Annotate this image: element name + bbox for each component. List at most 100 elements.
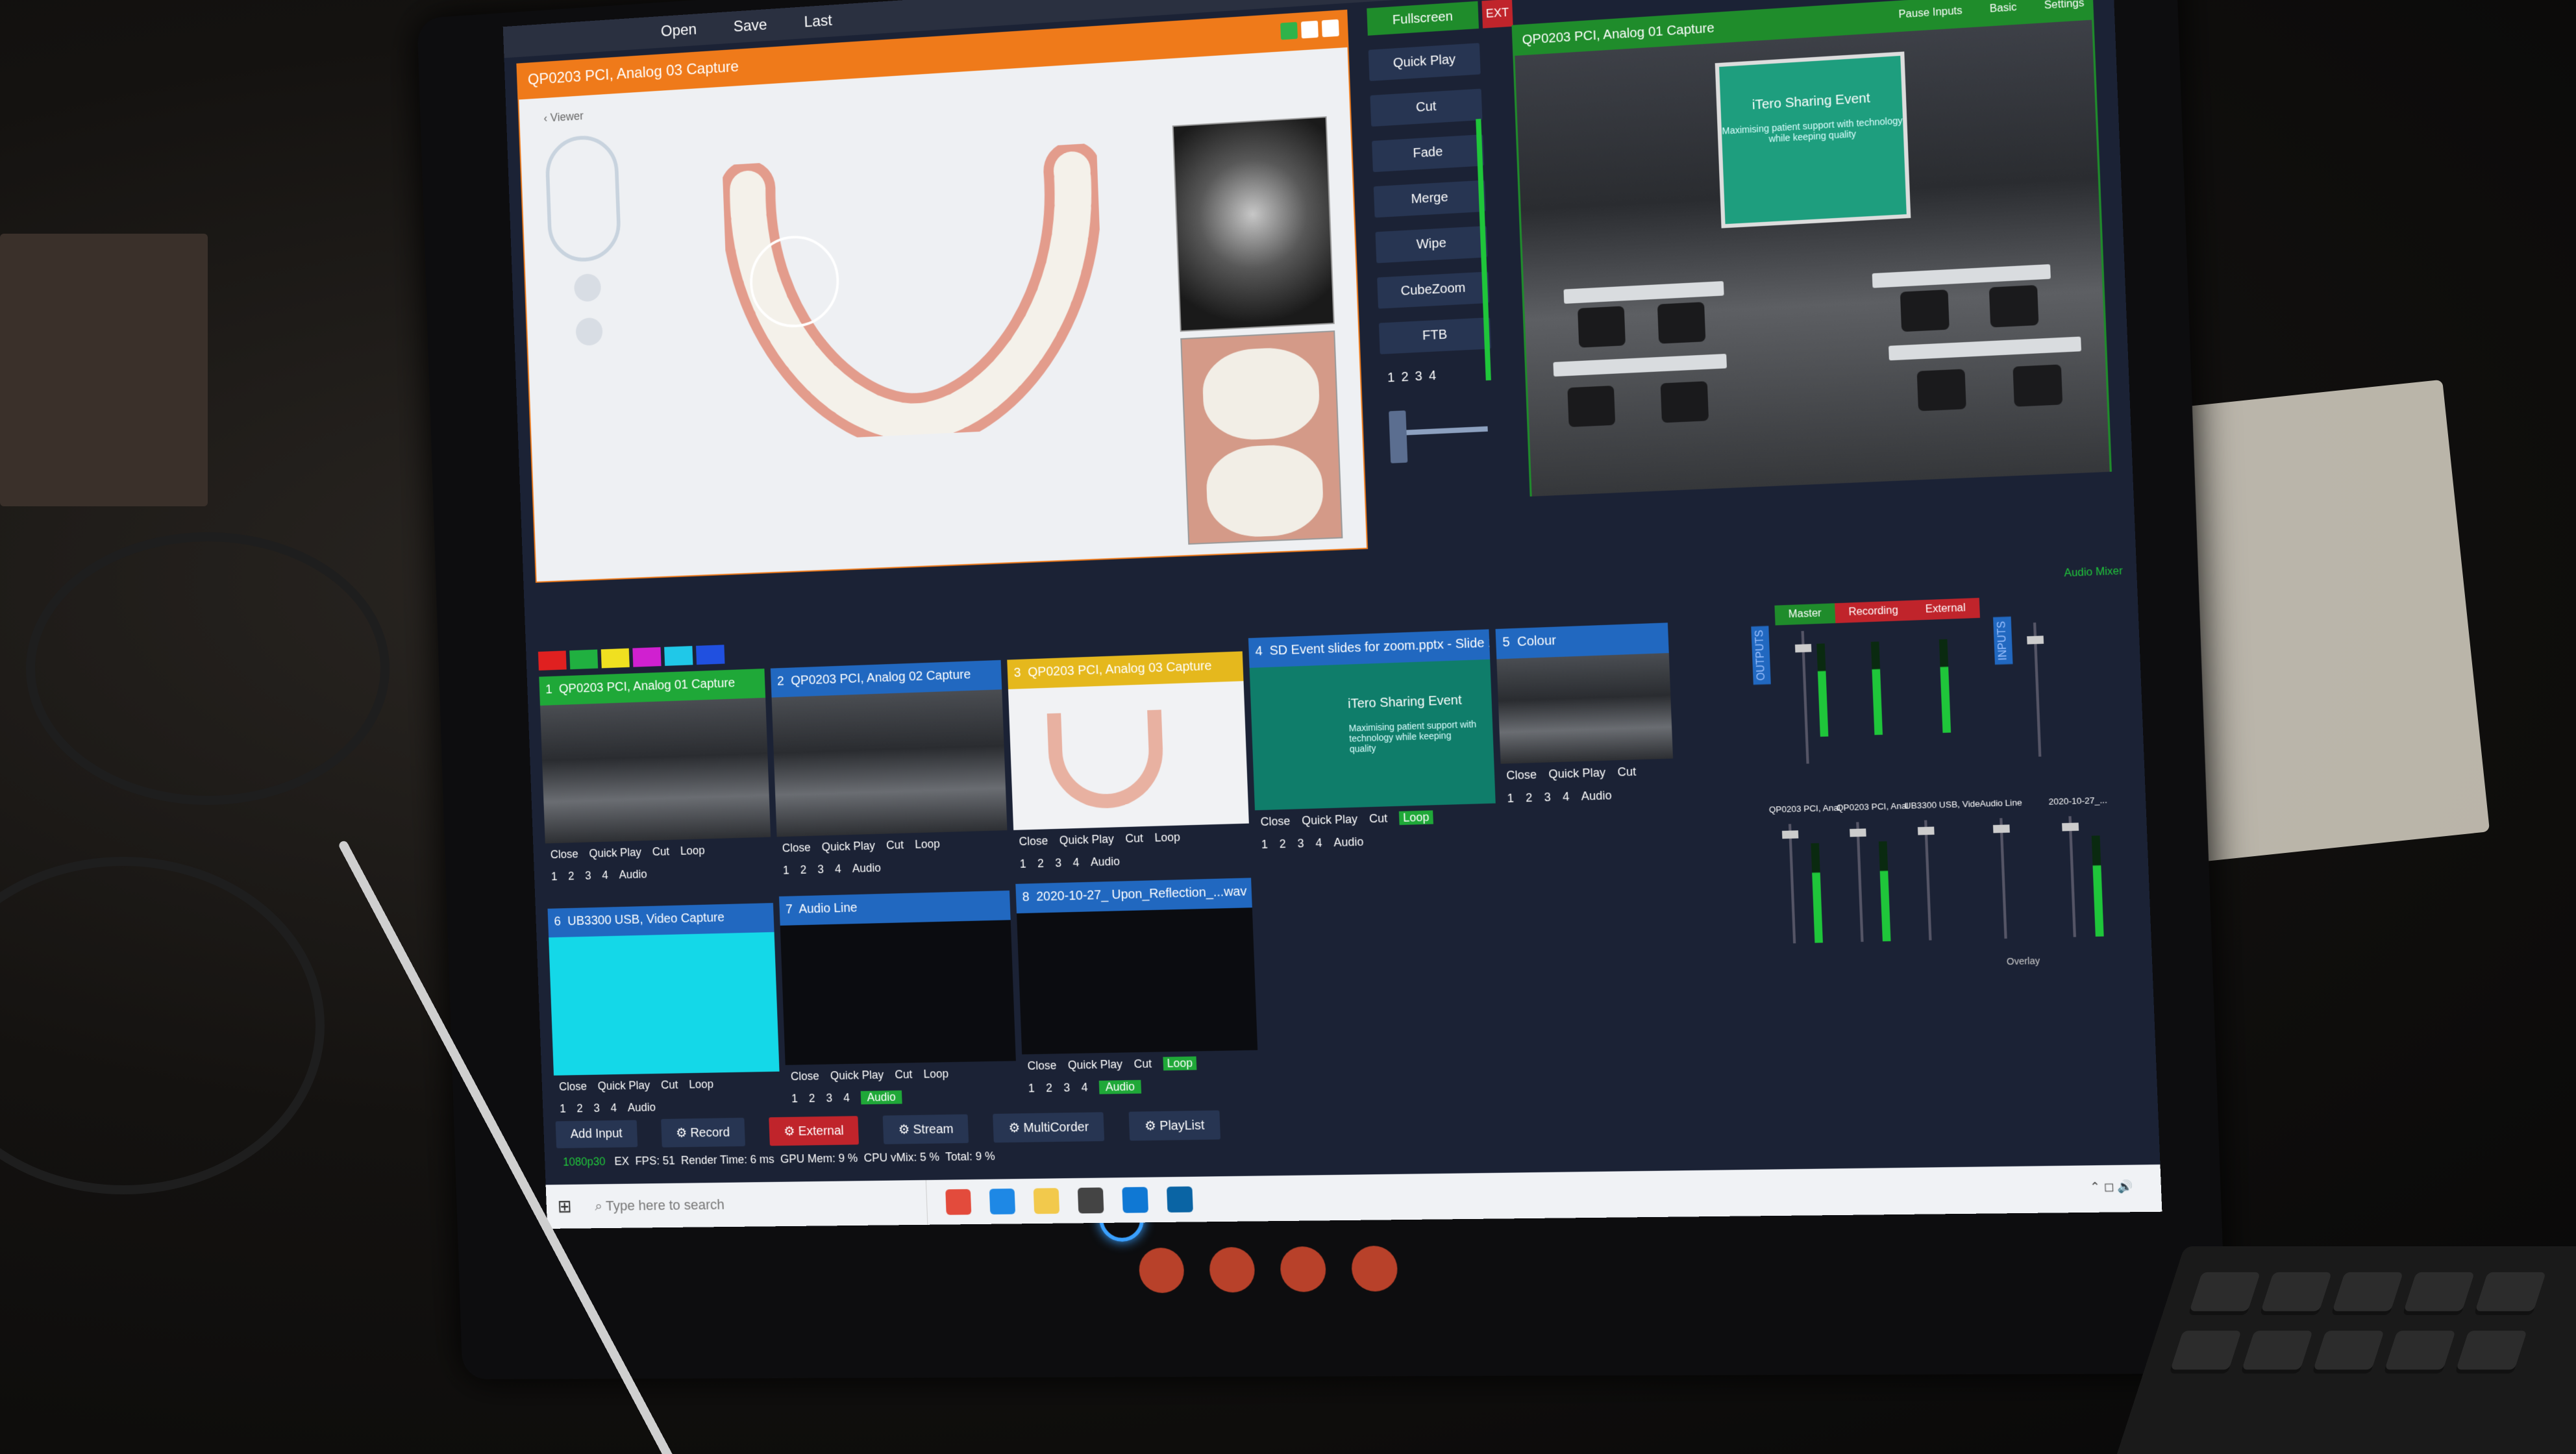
color-tag-green[interactable] (569, 649, 599, 670)
cut-button[interactable]: Cut (895, 1068, 913, 1081)
external-button[interactable]: ⚙ External (768, 1115, 860, 1146)
overlay-1[interactable]: 1 (1261, 838, 1269, 852)
input-preview[interactable] (780, 920, 1016, 1065)
overlay-3[interactable]: 3 (817, 863, 824, 876)
tab-master[interactable]: Master (1774, 603, 1836, 626)
overlay-2[interactable]: 2 (809, 1092, 815, 1105)
close-button[interactable]: Close (791, 1070, 820, 1083)
ftb-button[interactable]: FTB (1378, 317, 1492, 354)
audio-button[interactable]: Audio (860, 1090, 902, 1105)
explorer-icon[interactable] (1033, 1188, 1060, 1214)
input-preview[interactable] (549, 931, 780, 1076)
basic-button[interactable]: Basic (1990, 2, 2017, 16)
hand-tool-icon[interactable] (575, 317, 603, 347)
input-tile-2[interactable]: 2 QP0203 PCI, Analog 02 Capture Close Qu… (770, 659, 1009, 896)
channel-fader[interactable] (1844, 822, 1876, 943)
color-tag-magenta[interactable] (632, 647, 662, 667)
transition-num[interactable]: 3 (1415, 369, 1422, 385)
overlay-3[interactable]: 3 (1055, 856, 1062, 870)
overlay-1[interactable]: 1 (1507, 792, 1514, 806)
close-button[interactable]: Close (550, 848, 578, 861)
pause-inputs-button[interactable]: Pause Inputs (1898, 5, 1963, 21)
monitor-button[interactable] (1350, 1245, 1398, 1292)
overlay-1[interactable]: 1 (783, 864, 789, 878)
chrome-icon[interactable] (945, 1189, 972, 1215)
master-fader[interactable] (1789, 630, 1822, 764)
list-icon[interactable] (1300, 20, 1319, 39)
cut-button[interactable]: Cut (661, 1078, 678, 1092)
quick-play-button[interactable]: Quick Play (1368, 43, 1481, 81)
audio-button[interactable]: Audio (1581, 789, 1612, 804)
cubezoom-button[interactable]: CubeZoom (1377, 271, 1490, 309)
overlay-3[interactable]: 3 (1063, 1081, 1071, 1095)
cut-button[interactable]: Cut (886, 839, 904, 852)
quick-play-button[interactable]: Quick Play (589, 846, 641, 861)
input-fader[interactable] (2021, 622, 2054, 757)
cut-button[interactable]: Cut (1133, 1057, 1152, 1071)
overlay-4[interactable]: 4 (1081, 1081, 1088, 1094)
overlay-1[interactable]: 1 (560, 1102, 566, 1115)
tab-external[interactable]: External (1911, 598, 1980, 621)
edge-icon[interactable] (989, 1189, 1016, 1214)
vmix-icon[interactable] (1166, 1186, 1193, 1213)
magnify-tool-icon[interactable] (573, 273, 602, 302)
loop-button[interactable]: Loop (1154, 831, 1180, 845)
overlay-4[interactable]: 4 (1072, 856, 1080, 870)
overlay-4[interactable]: 4 (610, 1102, 617, 1115)
overlay-2[interactable]: 2 (1279, 837, 1286, 851)
overlay-2[interactable]: 2 (800, 863, 806, 877)
overlay-4[interactable]: 4 (1315, 836, 1322, 850)
wipe-button[interactable]: Wipe (1375, 225, 1488, 264)
playlist-button[interactable]: ⚙ PlayList (1128, 1110, 1220, 1140)
overlay-3[interactable]: 3 (826, 1092, 832, 1105)
quick-play-button[interactable]: Quick Play (1548, 766, 1606, 782)
input-preview[interactable] (1017, 907, 1258, 1055)
quick-play-button[interactable]: Quick Play (597, 1079, 650, 1093)
close-button[interactable]: Close (1019, 834, 1048, 848)
input-preview[interactable]: iTero Sharing Event Maximising patient s… (1249, 659, 1496, 811)
xray-thumbnail[interactable] (1172, 116, 1335, 332)
close-button[interactable]: Close (1027, 1059, 1057, 1073)
input-tile-7[interactable]: 7 Audio Line Close Quick Play Cut Loop 1… (779, 890, 1019, 1124)
menu-save[interactable]: Save (733, 16, 767, 36)
overlay-4[interactable]: 4 (1563, 790, 1570, 804)
input-tile-5[interactable]: 5 Colour Close Quick Play Cut 1 2 3 4 Au… (1495, 622, 1676, 824)
color-tag-blue[interactable] (696, 645, 725, 665)
color-icon[interactable] (1280, 21, 1298, 40)
audio-button[interactable]: Audio (852, 861, 882, 876)
channel-fader[interactable] (2056, 816, 2088, 937)
gear-icon[interactable] (1321, 19, 1339, 38)
start-icon[interactable]: ⊞ (546, 1185, 584, 1229)
overlay-2[interactable]: 2 (1037, 857, 1045, 870)
transition-num[interactable]: 4 (1428, 369, 1436, 384)
color-tag-red[interactable] (538, 650, 567, 671)
color-tag-cyan[interactable] (664, 646, 693, 666)
audio-button[interactable]: Audio (619, 868, 647, 882)
monitor-button[interactable] (1138, 1247, 1185, 1294)
tooth-zoom-thumbnail[interactable] (1180, 330, 1343, 545)
quick-play-button[interactable]: Quick Play (821, 839, 875, 854)
fullscreen-button[interactable]: Fullscreen (1367, 1, 1479, 36)
loop-button[interactable]: Loop (915, 837, 940, 852)
fade-button[interactable]: Fade (1372, 134, 1485, 173)
transition-num[interactable]: 1 (1387, 371, 1395, 386)
add-input-button[interactable]: Add Input (555, 1120, 638, 1148)
overlay-1[interactable]: 1 (1020, 857, 1027, 871)
input-preview[interactable] (771, 689, 1008, 837)
audio-button[interactable]: Audio (1333, 835, 1364, 850)
cut-button[interactable]: Cut (652, 845, 669, 859)
overlay-1[interactable]: 1 (791, 1092, 798, 1106)
channel-fader[interactable] (1987, 818, 2020, 939)
overlay-2[interactable]: 2 (1046, 1081, 1053, 1095)
menu-open[interactable]: Open (660, 21, 697, 41)
close-button[interactable]: Close (782, 841, 811, 856)
t-bar-handle[interactable] (1389, 410, 1408, 463)
monitor-button[interactable] (1209, 1246, 1256, 1293)
audio-button[interactable]: Audio (628, 1101, 656, 1115)
transition-num[interactable]: 2 (1401, 370, 1409, 386)
overlay-3[interactable]: 3 (1544, 791, 1551, 805)
taskbar-search[interactable]: ⌕ Type here to search (582, 1179, 928, 1229)
menu-last[interactable]: Last (804, 12, 832, 31)
overlay-1[interactable]: 1 (1028, 1082, 1035, 1096)
quick-play-button[interactable]: Quick Play (1302, 813, 1358, 828)
